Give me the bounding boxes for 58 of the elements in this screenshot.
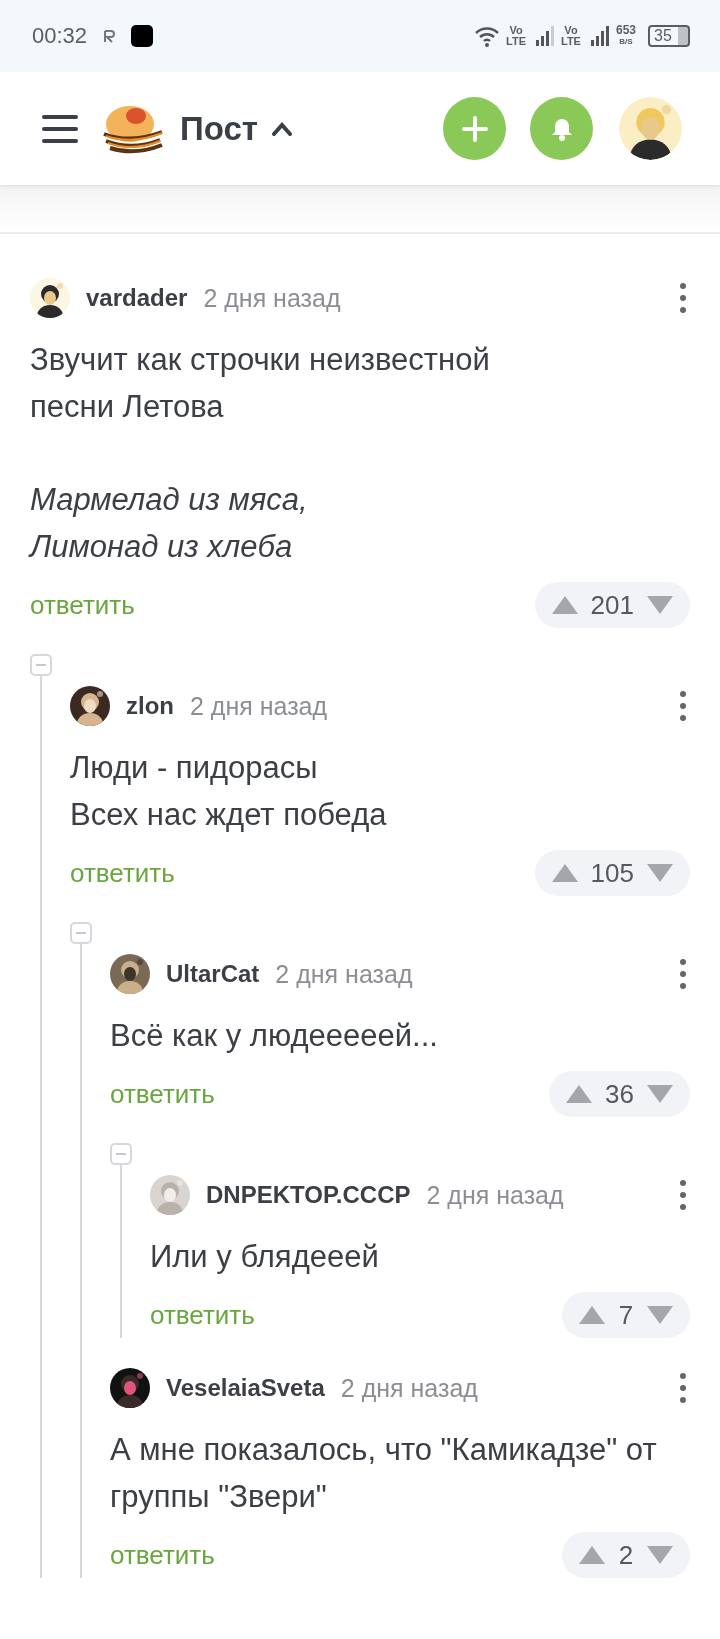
collapse-button[interactable] xyxy=(30,654,52,676)
network-speed: 653 xyxy=(615,25,636,36)
plus-icon[interactable] xyxy=(461,115,488,142)
comment-text: Люди - пидорасы Всех нас ждет победа xyxy=(70,749,388,834)
bell-icon[interactable] xyxy=(550,116,573,141)
comment-text: Звучит как строчки неизвестной песни Летова xyxy=(30,341,491,426)
comment-text: Мармелад из мяса, Лимонад из хлеба xyxy=(30,481,309,566)
more-icon[interactable] xyxy=(680,1373,686,1403)
rating: 7 xyxy=(618,1299,634,1331)
chevron-icon[interactable] xyxy=(271,121,292,136)
volte-label: LTE xyxy=(506,36,526,47)
comment-time: 2 дня назад xyxy=(426,1180,564,1210)
username[interactable]: UltarCat xyxy=(166,960,260,988)
upvote-button[interactable] xyxy=(550,863,579,883)
downvote-button[interactable] xyxy=(646,863,674,883)
comment-text: Всё как у людееееей... xyxy=(110,1017,439,1055)
downvote-button[interactable] xyxy=(646,1305,674,1325)
username[interactable]: zlon xyxy=(126,692,174,720)
volte-label: LTE xyxy=(561,36,581,47)
menu-button[interactable] xyxy=(42,113,78,144)
comment-text: Или у блядееей xyxy=(150,1238,380,1276)
username[interactable]: vardader xyxy=(86,284,188,312)
upvote-button[interactable] xyxy=(578,1545,606,1565)
volte-label: Vo xyxy=(564,25,578,36)
signal-icon xyxy=(535,25,555,47)
logo-icon xyxy=(100,103,166,154)
downvote-button[interactable] xyxy=(646,1545,674,1565)
page-title[interactable]: Пост xyxy=(180,109,258,148)
battery-level: 35 xyxy=(648,25,690,47)
comment-time: 2 дня назад xyxy=(203,283,341,313)
wifi-icon xyxy=(474,25,501,47)
more-icon[interactable] xyxy=(680,691,686,721)
collapse-button[interactable] xyxy=(70,922,92,944)
signal-icon xyxy=(589,25,610,47)
app-icon xyxy=(131,25,154,47)
notification-icon xyxy=(103,29,118,43)
downvote-button[interactable] xyxy=(646,1084,674,1104)
status-time: 00:32 xyxy=(32,23,88,49)
collapse-button[interactable] xyxy=(110,1143,132,1165)
upvote-button[interactable] xyxy=(578,1305,606,1325)
more-icon[interactable] xyxy=(680,283,686,313)
rating: 105 xyxy=(590,857,634,889)
comment-time: 2 дня назад xyxy=(340,1373,478,1403)
comment-text: А мне показалось, что "Камикадзе" от группы "Звери" xyxy=(110,1431,658,1516)
upvote-button[interactable] xyxy=(550,595,579,615)
username[interactable]: DNPEKTOP.CCCP xyxy=(206,1181,411,1209)
comment-time: 2 дня назад xyxy=(190,691,328,721)
more-icon[interactable] xyxy=(680,1180,686,1210)
upvote-button[interactable] xyxy=(565,1084,594,1104)
comment-time: 2 дня назад xyxy=(275,959,413,989)
speed-unit: B/S xyxy=(619,36,633,47)
username[interactable]: VeselaiaSveta xyxy=(166,1374,325,1402)
volte-label: Vo xyxy=(509,25,523,36)
rating: 2 xyxy=(618,1539,634,1571)
rating: 201 xyxy=(590,589,634,621)
downvote-button[interactable] xyxy=(646,595,674,615)
more-icon[interactable] xyxy=(680,959,686,989)
rating: 36 xyxy=(605,1078,634,1110)
